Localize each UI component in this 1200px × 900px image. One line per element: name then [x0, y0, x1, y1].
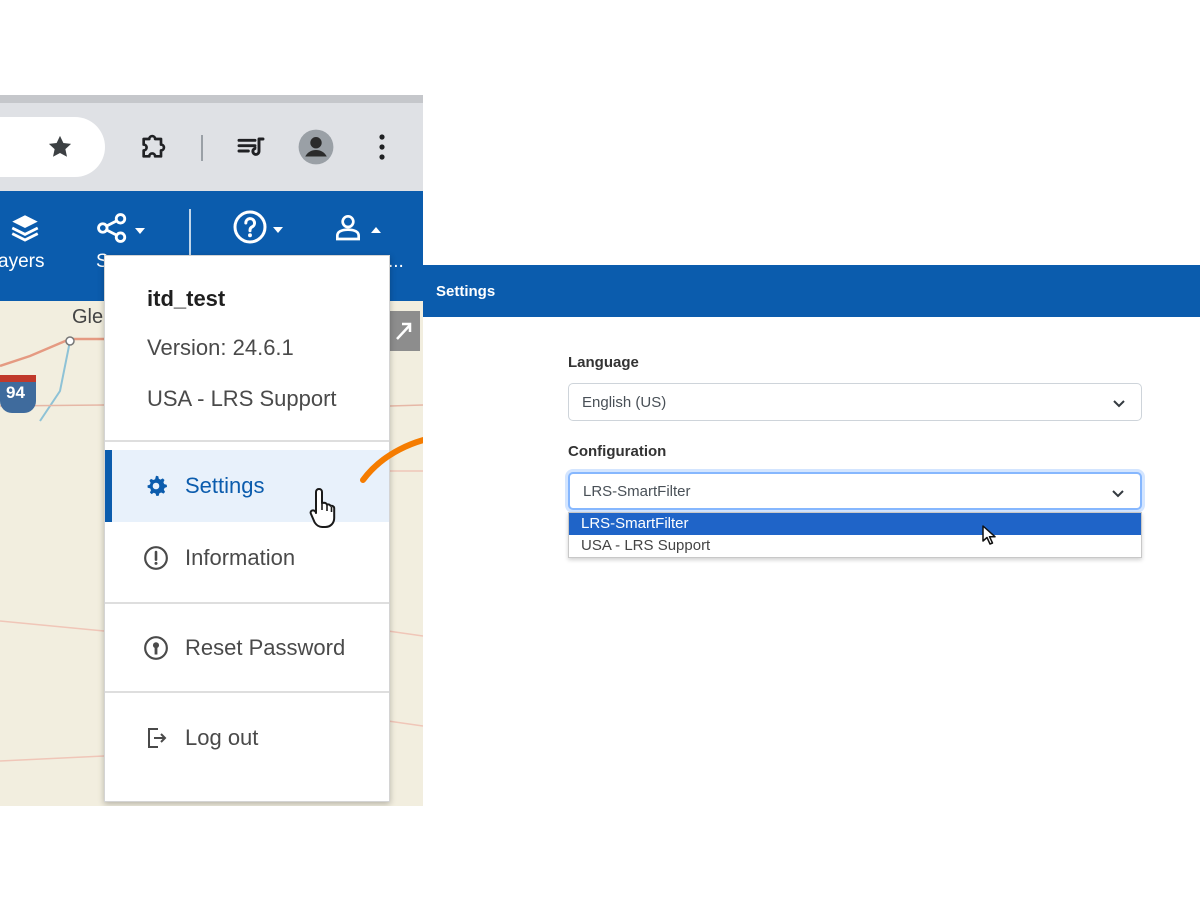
- menu-username: itd_test: [147, 286, 226, 311]
- map-place-label: Gle: [72, 306, 104, 328]
- toolbar-divider: [201, 135, 203, 161]
- menu-version: Version: 24.6.1: [147, 335, 294, 360]
- caret-up-icon: [370, 221, 382, 239]
- settings-panel: Settings Language English (US) Configura…: [423, 265, 1200, 570]
- browser-frame-top: [0, 95, 423, 103]
- menu-item-label: Information: [185, 545, 296, 570]
- user-menu: itd_test Version: 24.6.1 USA - LRS Suppo…: [104, 255, 390, 802]
- interstate-shield: 94: [0, 375, 36, 413]
- toolbar-separator: [189, 209, 191, 257]
- profile-icon[interactable]: [297, 128, 335, 166]
- playlist-icon[interactable]: [233, 129, 269, 165]
- configuration-options-list: LRS-SmartFilter USA - LRS Support: [568, 512, 1142, 558]
- language-label: Language: [568, 354, 639, 371]
- star-icon[interactable]: [44, 131, 76, 163]
- menu-divider: [105, 440, 389, 442]
- menu-item-log-out[interactable]: Log out: [105, 702, 389, 774]
- menu-item-information[interactable]: Information: [105, 522, 389, 594]
- arrow-cursor-icon: [981, 524, 997, 551]
- layers-button[interactable]: [8, 211, 42, 250]
- hand-cursor-icon: [309, 485, 343, 534]
- share-icon: [94, 211, 130, 250]
- extension-icon[interactable]: [135, 129, 171, 165]
- info-icon: [143, 545, 169, 571]
- menu-item-settings[interactable]: Settings: [105, 450, 389, 522]
- configuration-value: LRS-SmartFilter: [583, 482, 691, 500]
- configuration-option[interactable]: LRS-SmartFilter: [569, 513, 1141, 535]
- caret-down-icon: [272, 221, 284, 239]
- settings-header: Settings: [423, 265, 1200, 317]
- settings-title: Settings: [436, 283, 496, 300]
- layers-icon: [8, 211, 42, 250]
- menu-item-label: Settings: [185, 473, 265, 498]
- gear-icon: [143, 473, 169, 499]
- more-vert-icon[interactable]: [370, 129, 394, 165]
- menu-divider: [105, 602, 389, 604]
- language-select[interactable]: English (US): [568, 383, 1142, 421]
- logout-icon: [143, 725, 169, 751]
- user-label: ...: [388, 251, 404, 272]
- chevron-down-icon: [1111, 395, 1127, 411]
- user-icon: [332, 209, 364, 250]
- browser-toolbar: [0, 95, 423, 191]
- language-value: English (US): [582, 393, 667, 411]
- interstate-number: 94: [6, 383, 25, 402]
- user-button[interactable]: [332, 209, 382, 250]
- key-icon: [143, 635, 169, 661]
- help-icon: [232, 209, 268, 250]
- menu-item-label: Log out: [185, 725, 259, 750]
- chevron-down-icon: [1110, 485, 1126, 501]
- menu-item-label: Reset Password: [185, 635, 346, 660]
- share-button[interactable]: [94, 211, 146, 250]
- menu-configuration: USA - LRS Support: [147, 386, 337, 411]
- menu-divider: [105, 691, 389, 693]
- configuration-option[interactable]: USA - LRS Support: [569, 535, 1141, 557]
- caret-down-icon: [134, 222, 146, 240]
- menu-item-reset-password[interactable]: Reset Password: [105, 612, 389, 684]
- layers-label: ayers: [0, 251, 45, 272]
- configuration-label: Configuration: [568, 443, 667, 460]
- configuration-select[interactable]: LRS-SmartFilter: [568, 472, 1142, 510]
- help-button[interactable]: [232, 209, 284, 250]
